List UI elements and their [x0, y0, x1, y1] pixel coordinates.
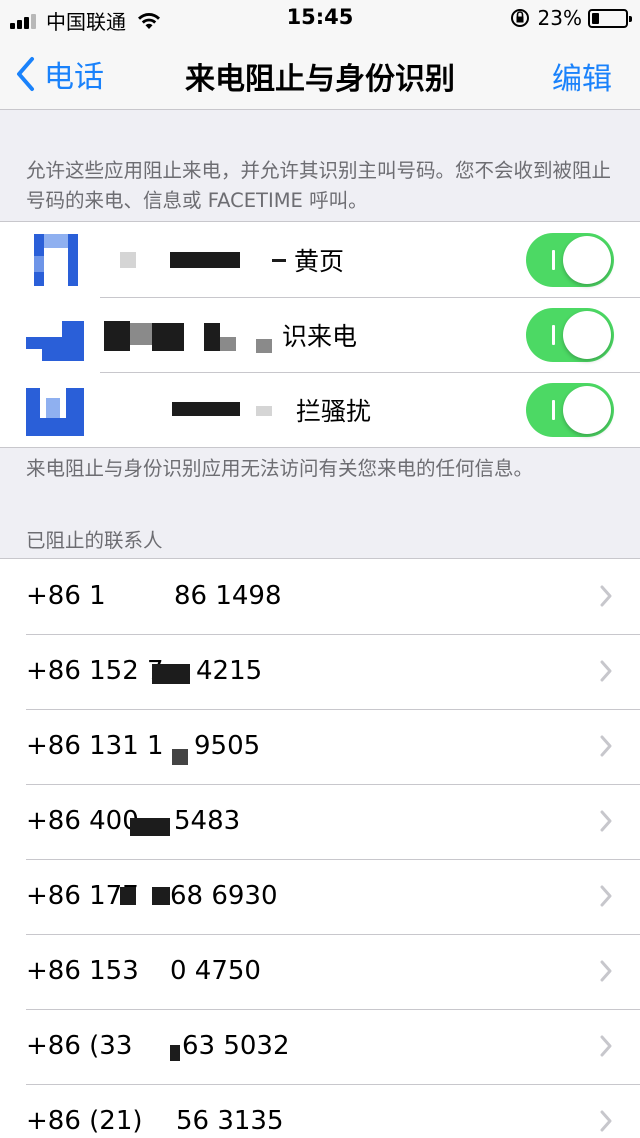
- blocked-contacts-header: 已阻止的联系人: [26, 529, 163, 552]
- chevron-right-icon: [600, 1110, 612, 1132]
- app-name: 黄页: [294, 247, 345, 276]
- status-bar: 中国联通 15:45 23%: [0, 0, 640, 36]
- redacted-block: [172, 402, 240, 416]
- blocked-contact-row[interactable]: +86 177 68 6930: [0, 859, 640, 934]
- redacted-block: [172, 749, 188, 765]
- blocked-contact-row[interactable]: +86 1 86 1498: [0, 559, 640, 634]
- navigation-bar: 电话 来电阻止与身份识别 编辑: [0, 36, 640, 110]
- contact-number-end: 56 3135: [176, 1106, 284, 1136]
- contact-number-start: +86 (33: [26, 1031, 133, 1061]
- intro-description: 允许这些应用阻止来电，并允许其识别主叫号码。您不会收到被阻止号码的来电、信息或 …: [26, 159, 612, 212]
- redacted-block: [120, 887, 136, 905]
- redacted-block: [204, 323, 220, 351]
- blocked-contact-row[interactable]: +86 131 1 9505: [0, 709, 640, 784]
- page-title: 来电阻止与身份识别: [185, 62, 455, 97]
- app-name: 识来电: [282, 322, 358, 351]
- contact-number-end: 0 4750: [170, 956, 261, 986]
- chevron-right-icon: [600, 960, 612, 982]
- app-toggle-switch[interactable]: [526, 383, 614, 437]
- app-row-caller-id[interactable]: 识来电: [0, 297, 640, 372]
- chevron-right-icon: [600, 585, 612, 607]
- contact-number-end: 4215: [196, 656, 263, 686]
- blocked-contact-row[interactable]: +86 (21) 56 3135: [0, 1084, 640, 1138]
- redacted-block: [152, 664, 190, 684]
- contact-number-start: +86 400: [26, 806, 139, 836]
- battery-percentage: 23%: [537, 6, 582, 30]
- chevron-right-icon: [600, 885, 612, 907]
- blocked-contact-row[interactable]: +86 (33 63 5032: [0, 1009, 640, 1084]
- app-toggle-switch[interactable]: [526, 233, 614, 287]
- contact-number-end: 86 1498: [174, 581, 282, 611]
- contact-number-end: 68 6930: [170, 881, 278, 911]
- blocked-contact-row[interactable]: +86 152 7 4215: [0, 634, 640, 709]
- app-icon: [26, 234, 84, 286]
- app-name: 拦骚扰: [296, 397, 372, 426]
- contact-number-end: 9505: [194, 731, 261, 761]
- redacted-block: [272, 259, 286, 262]
- contact-number-end: 5483: [174, 806, 241, 836]
- redacted-block: [104, 321, 130, 351]
- app-icon: [26, 309, 84, 361]
- redacted-block: [120, 252, 136, 268]
- apps-footer-note: 来电阻止与身份识别应用无法访问有关您来电的任何信息。: [26, 457, 534, 480]
- contact-number-start: +86 1: [26, 581, 106, 611]
- redacted-block: [220, 337, 236, 351]
- contact-number-end: 63 5032: [182, 1031, 290, 1061]
- redacted-block: [130, 323, 152, 345]
- redacted-block: [152, 887, 170, 905]
- contact-number-start: +86 131 1: [26, 731, 164, 761]
- blocked-contact-row[interactable]: +86 153 0 4750: [0, 934, 640, 1009]
- chevron-right-icon: [600, 810, 612, 832]
- redacted-block: [256, 406, 272, 416]
- app-toggle-switch[interactable]: [526, 308, 614, 362]
- redacted-block: [170, 252, 240, 268]
- contact-number-start: +86 153: [26, 956, 139, 986]
- status-right: 23%: [510, 6, 632, 30]
- app-row-yellow-pages[interactable]: 黄页: [0, 222, 640, 297]
- orientation-lock-icon: [510, 9, 529, 27]
- battery-icon: [588, 8, 632, 28]
- redacted-block: [256, 339, 272, 353]
- chevron-right-icon: [600, 1035, 612, 1057]
- call-blocking-apps-group: 黄页 识来电 拦骚扰: [0, 221, 640, 448]
- redacted-block: [170, 1045, 180, 1061]
- redacted-block: [152, 323, 184, 351]
- blocked-contacts-list: +86 1 86 1498 +86 152 7 4215 +86 131 1 9…: [0, 558, 640, 1138]
- contact-number-start: +86 152 7: [26, 656, 164, 686]
- blocked-contact-row[interactable]: +86 400 5483: [0, 784, 640, 859]
- app-row-spam-blocker[interactable]: 拦骚扰: [0, 372, 640, 447]
- chevron-right-icon: [600, 735, 612, 757]
- contact-number-start: +86 (21): [26, 1106, 143, 1136]
- chevron-right-icon: [600, 660, 612, 682]
- app-icon: [26, 384, 84, 436]
- redacted-block: [130, 818, 170, 836]
- edit-button[interactable]: 编辑: [552, 54, 612, 98]
